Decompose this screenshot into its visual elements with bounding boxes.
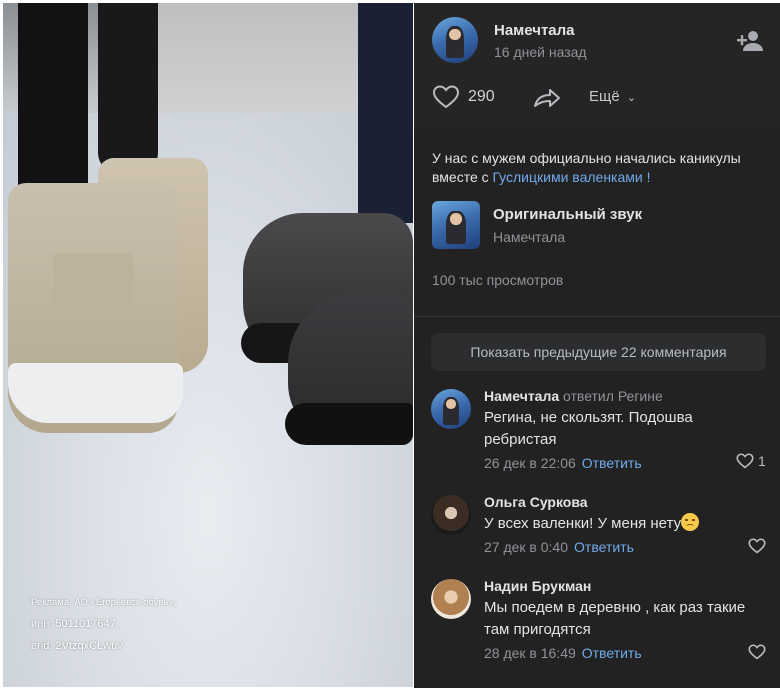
grey-boot-front-sole (285, 403, 413, 445)
post-side-panel: Намечтала 16 дней назад 290 Ещё ⌄ У нас … (414, 3, 780, 688)
reply-button[interactable]: Ответить (582, 645, 642, 661)
more-menu-button[interactable]: Ещё ⌄ (589, 88, 636, 105)
add-friend-icon[interactable] (736, 29, 766, 53)
comment-like-button[interactable] (748, 644, 766, 660)
video-player[interactable]: Реклама, АО «Егорьевск-обувь», инн: 5011… (3, 3, 413, 687)
sound-cover[interactable] (432, 201, 480, 249)
comment-header: Намечтала ответил Регине (484, 388, 663, 404)
comment-date[interactable]: 26 дек в 22:06 (484, 455, 576, 471)
comment-meta: 26 дек в 22:06 Ответить (484, 455, 642, 471)
author-name[interactable]: Намечтала (494, 22, 575, 39)
reply-target[interactable]: ответил Регине (563, 388, 663, 404)
view-count: 100 тыс просмотров (432, 272, 564, 288)
disappointed-emoji-icon (681, 513, 700, 531)
comment-like-count: 1 (758, 453, 766, 469)
share-icon[interactable] (532, 86, 562, 110)
show-previous-comments-button[interactable]: Показать предыдущие 22 комментария (431, 333, 766, 371)
like-count: 290 (468, 88, 495, 105)
commenter-name[interactable]: Ольга Суркова (484, 494, 588, 510)
divider (414, 316, 780, 317)
author-avatar[interactable] (432, 17, 478, 63)
comment-date[interactable]: 27 дек в 0:40 (484, 539, 568, 555)
like-button[interactable]: 290 (432, 85, 495, 109)
left-person-leg-back (98, 3, 158, 173)
reply-button[interactable]: Ответить (574, 539, 634, 555)
heart-icon (748, 538, 766, 554)
ad-disclaimer: Реклама, АО «Егорьевск-обувь», инн: 5011… (31, 586, 176, 663)
ad-line: инн: 5011017647, (31, 618, 119, 630)
ad-line: erid: 2VtzqxCLwuv (31, 640, 123, 652)
post-description: У нас с мужем официально начались канику… (432, 149, 772, 187)
sound-author[interactable]: Намечтала (493, 229, 565, 245)
comment-meta: 27 дек в 0:40 Ответить (484, 539, 634, 555)
comment-body: У всех валенки! У меня нету (484, 515, 682, 532)
post-link[interactable]: Гуслицкими валенками ! (493, 169, 651, 185)
heart-icon (432, 85, 460, 109)
comment-date[interactable]: 28 дек в 16:49 (484, 645, 576, 661)
comment-like-button[interactable] (748, 538, 766, 554)
beige-boot-sole (8, 363, 183, 423)
sound-title[interactable]: Оригинальный звук (493, 206, 642, 223)
more-label: Ещё (589, 88, 620, 105)
commenter-avatar[interactable] (431, 495, 471, 535)
reply-button[interactable]: Ответить (582, 455, 642, 471)
ad-line: Реклама, АО «Егорьевск-обувь», (31, 597, 177, 608)
comment-meta: 28 дек в 16:49 Ответить (484, 645, 642, 661)
comment-text: У всех валенки! У меня нету (484, 513, 754, 535)
heart-icon (736, 453, 754, 469)
comment-header: Надин Брукман (484, 578, 591, 594)
right-person-leg (358, 3, 413, 223)
heart-icon (748, 644, 766, 660)
commenter-avatar[interactable] (431, 389, 471, 429)
comment-like-button[interactable]: 1 (736, 453, 766, 469)
comment-text: Регина, не скользят. Подошва ребристая (484, 409, 693, 448)
post-date[interactable]: 16 дней назад (494, 44, 587, 60)
boot-strap (53, 253, 133, 323)
comment-header: Ольга Суркова (484, 494, 588, 510)
commenter-name[interactable]: Намечтала (484, 388, 559, 404)
window: Реклама, АО «Егорьевск-обувь», инн: 5011… (0, 0, 780, 688)
commenter-avatar[interactable] (431, 579, 471, 619)
left-person-leg (18, 3, 88, 213)
comment-text: Мы поедем в деревню , как раз такие там … (484, 599, 746, 638)
chevron-down-icon: ⌄ (626, 92, 637, 104)
commenter-name[interactable]: Надин Брукман (484, 578, 591, 594)
